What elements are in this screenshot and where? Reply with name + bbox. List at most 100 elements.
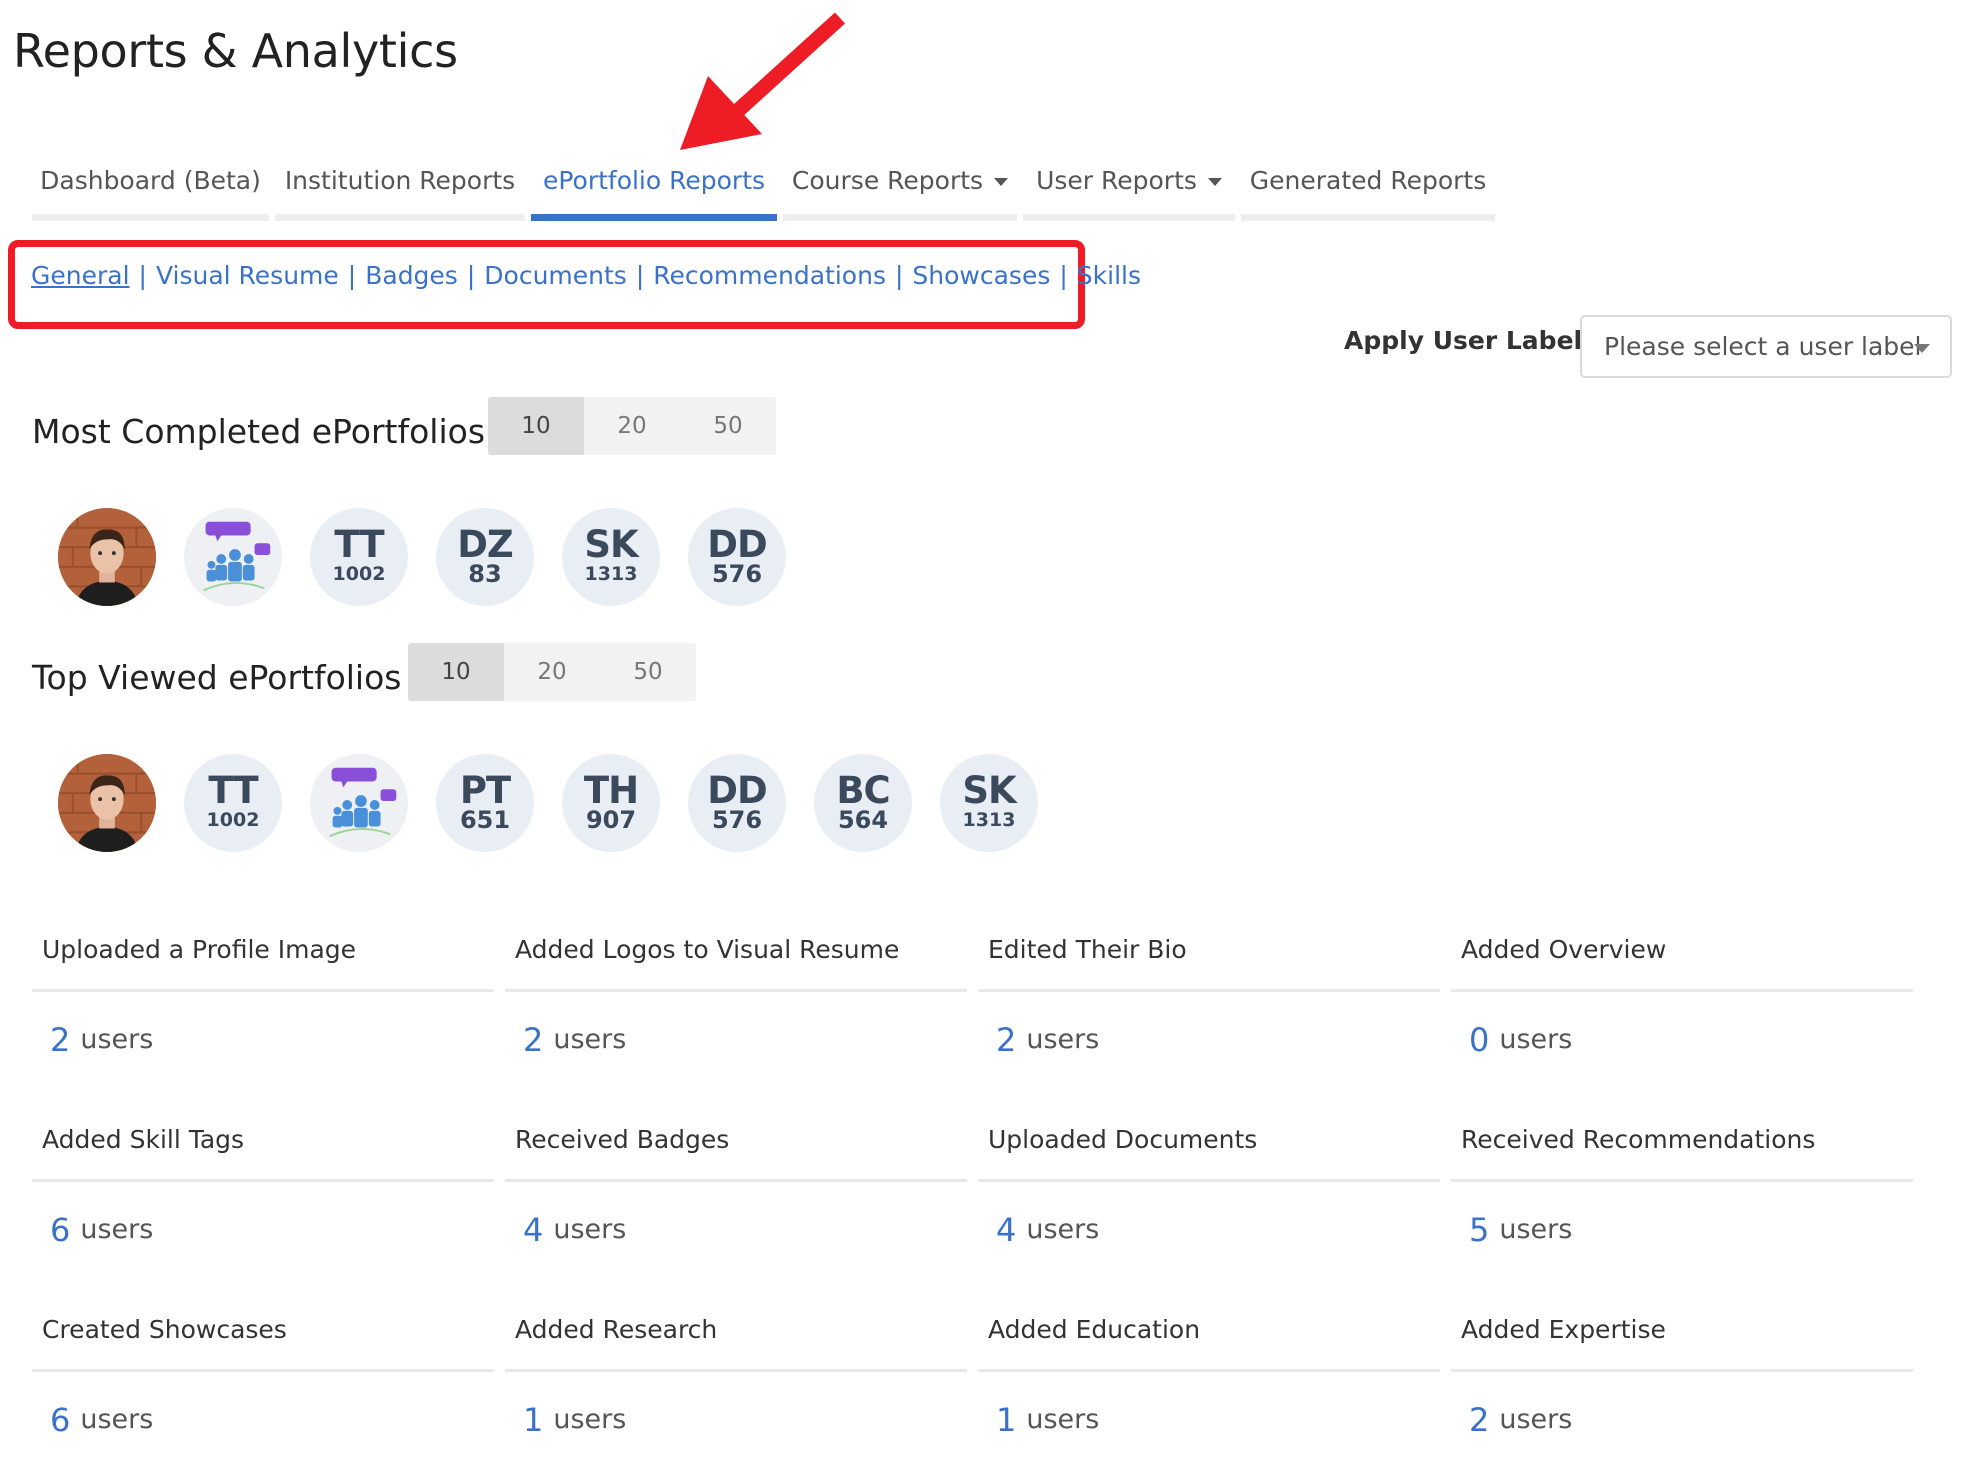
subnav-link-skills[interactable]: Skills [1077, 261, 1141, 290]
avatar-initials[interactable]: DD 576 [688, 508, 786, 606]
stat-label: Created Showcases [32, 1290, 494, 1372]
stat-card: Added Research 1 users [505, 1290, 967, 1462]
avatar-group-image[interactable] [310, 754, 408, 852]
stat-card: Edited Their Bio 2 users [978, 910, 1440, 1100]
avatar-initials[interactable]: SK 1313 [562, 508, 660, 606]
stat-unit: users [1026, 1404, 1100, 1435]
stat-unit: users [553, 1024, 627, 1055]
subnav-link-documents[interactable]: Documents [484, 261, 627, 290]
tab-label: Institution Reports [284, 165, 516, 195]
count-20-button[interactable]: 20 [504, 643, 600, 701]
subnav-separator: | [894, 261, 904, 290]
subnav-link-general[interactable]: General [31, 261, 130, 290]
most-completed-count-toggle: 10 20 50 [488, 397, 776, 455]
avatar-initials-text: DD [707, 523, 767, 566]
caret-down-icon [994, 177, 1009, 186]
stat-label: Added Overview [1451, 910, 1913, 992]
stat-label: Uploaded a Profile Image [32, 910, 494, 992]
avatar-initials[interactable]: DD 576 [688, 754, 786, 852]
avatar-initials[interactable]: TH 907 [562, 754, 660, 852]
caret-down-icon [1207, 177, 1222, 186]
stat-count-link[interactable]: 4 [523, 1211, 543, 1249]
avatar-group-image[interactable] [184, 508, 282, 606]
avatar-initials[interactable]: DZ 83 [436, 508, 534, 606]
tab-dashboard-beta[interactable]: Dashboard (Beta) [32, 146, 269, 221]
stats-grid: Uploaded a Profile Image 2 users Added Logo… [32, 910, 1913, 1462]
avatar-number-text: 907 [585, 806, 637, 834]
avatar-number-text: 1313 [962, 809, 1016, 831]
avatar-number-text: 1002 [206, 809, 260, 831]
avatar-number-text: 576 [711, 560, 763, 588]
subnav-link-badges[interactable]: Badges [365, 261, 458, 290]
stat-card: Added Overview 0 users [1451, 910, 1913, 1100]
page-title: Reports & Analytics [13, 24, 458, 78]
top-viewed-count-toggle: 10 20 50 [408, 643, 696, 701]
avatar-initials-text: TT [334, 523, 384, 566]
top-viewed-avatars: TT 1002 PT 651 TH 907 DD 576 BC 564 SK 1313 [58, 754, 1066, 852]
user-label-select[interactable]: Please select a user label [1580, 315, 1952, 378]
avatar-initials-text: SK [584, 523, 638, 566]
stat-value: 2 users [505, 992, 967, 1087]
count-10-button[interactable]: 10 [408, 643, 504, 701]
avatar-number-text: 1002 [332, 563, 386, 585]
avatar-initials[interactable]: SK 1313 [940, 754, 1038, 852]
stat-unit: users [1026, 1214, 1100, 1245]
avatar-initials[interactable]: BC 564 [814, 754, 912, 852]
count-20-button[interactable]: 20 [584, 397, 680, 455]
stat-count-link[interactable]: 6 [50, 1211, 70, 1249]
subnav-link-visual-resume[interactable]: Visual Resume [156, 261, 339, 290]
stat-card: Added Logos to Visual Resume 2 users [505, 910, 967, 1100]
tab-label: Dashboard (Beta) [40, 165, 261, 195]
stat-value: 2 users [978, 992, 1440, 1087]
stat-value: 2 users [1451, 1372, 1913, 1462]
tab-label: Generated Reports [1249, 165, 1487, 195]
top-viewed-title: Top Viewed ePortfolios [32, 658, 402, 697]
stat-value: 6 users [32, 1372, 494, 1462]
subnav-separator: | [635, 261, 645, 290]
tab-course-reports[interactable]: Course Reports [783, 146, 1017, 221]
count-10-button[interactable]: 10 [488, 397, 584, 455]
stat-card: Uploaded a Profile Image 2 users [32, 910, 494, 1100]
subnav-separator: | [1059, 261, 1068, 290]
tab-institution-reports[interactable]: Institution Reports [275, 146, 525, 221]
avatar-initials-text: PT [459, 769, 511, 812]
tab-label: User Reports [1036, 165, 1197, 195]
stat-count-link[interactable]: 2 [50, 1021, 70, 1059]
avatar-initials[interactable]: TT 1002 [310, 508, 408, 606]
stat-count-link[interactable]: 6 [50, 1401, 70, 1439]
count-50-button[interactable]: 50 [680, 397, 776, 455]
stat-label: Edited Their Bio [978, 910, 1440, 992]
avatar-photo[interactable] [58, 754, 156, 852]
avatar-initials-text: TH [583, 769, 639, 812]
stat-count-link[interactable]: 2 [523, 1021, 543, 1059]
subnav-link-showcases[interactable]: Showcases [912, 261, 1050, 290]
stat-count-link[interactable]: 1 [996, 1401, 1016, 1439]
most-completed-title: Most Completed ePortfolios [32, 412, 486, 451]
most-completed-avatars: TT 1002 DZ 83 SK 1313 DD 576 [58, 508, 814, 606]
stat-count-link[interactable]: 2 [996, 1021, 1016, 1059]
stat-count-link[interactable]: 0 [1469, 1021, 1489, 1059]
stat-count-link[interactable]: 1 [523, 1401, 543, 1439]
eportfolio-subnav: General | Visual Resume | Badges | Documents | R… [31, 261, 1141, 290]
stat-count-link[interactable]: 5 [1469, 1211, 1489, 1249]
subnav-link-recommendations[interactable]: Recommendations [653, 261, 886, 290]
stat-value: 5 users [1451, 1182, 1913, 1277]
stat-label: Added Education [978, 1290, 1440, 1372]
stat-value: 6 users [32, 1182, 494, 1277]
stat-unit: users [553, 1404, 627, 1435]
avatar-initials-text: BC [836, 769, 890, 812]
avatar-photo[interactable] [58, 508, 156, 606]
tab-label: ePortfolio Reports [542, 165, 766, 195]
count-50-button[interactable]: 50 [600, 643, 696, 701]
tab-generated-reports[interactable]: Generated Reports [1241, 146, 1495, 221]
tab-user-reports[interactable]: User Reports [1023, 146, 1235, 221]
stat-count-link[interactable]: 4 [996, 1211, 1016, 1249]
tab-eportfolio-reports[interactable]: ePortfolio Reports [531, 146, 777, 221]
avatar-initials[interactable]: PT 651 [436, 754, 534, 852]
apply-user-labels-label: Apply User Labels [1344, 326, 1597, 355]
stat-value: 2 users [32, 992, 494, 1087]
stat-label: Added Logos to Visual Resume [505, 910, 967, 992]
avatar-initials[interactable]: TT 1002 [184, 754, 282, 852]
stat-unit: users [1026, 1024, 1100, 1055]
stat-count-link[interactable]: 2 [1469, 1401, 1489, 1439]
